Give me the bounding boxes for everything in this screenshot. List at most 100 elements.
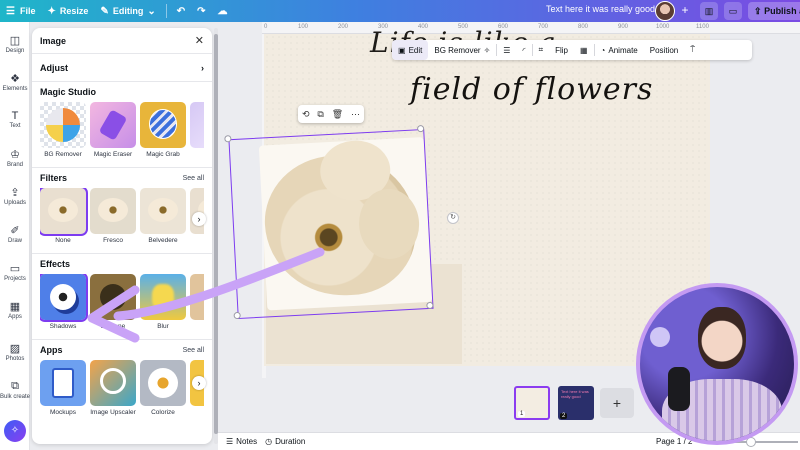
publish-button[interactable]: ⇪ Publish a	[748, 2, 800, 20]
document-title[interactable]: Text here it was really good	[546, 4, 655, 14]
filter-thumb	[90, 188, 136, 234]
selected-image[interactable]	[224, 124, 434, 320]
magic-icon[interactable]: ✧	[4, 420, 26, 442]
filter-thumb	[140, 188, 186, 234]
corner-rounding-button[interactable]: ◜	[516, 40, 531, 60]
menu-icon[interactable]: ☰	[0, 0, 15, 22]
rail-item-photos[interactable]: ▨ Photos	[0, 342, 30, 362]
tile-magic-grab[interactable]: Magic Grab	[140, 102, 186, 158]
add-page-button[interactable]: +	[600, 388, 634, 418]
chevron-right-icon: ›	[201, 62, 204, 73]
position-label: Position	[649, 45, 679, 55]
paint-format-button[interactable]: ⍑	[684, 40, 701, 60]
rail-item-brand[interactable]: ♔ Brand	[0, 148, 30, 168]
tile-magic-eraser[interactable]: Magic Eraser	[90, 102, 136, 158]
redo-icon: ↷	[197, 5, 206, 17]
bg-remover-button[interactable]: BG Remover ✧	[428, 40, 496, 60]
filter-none[interactable]: None	[40, 188, 88, 244]
filter-fresco[interactable]: Fresco	[90, 188, 136, 244]
tile-bg-remover[interactable]: BG Remover	[40, 102, 86, 158]
flip-button[interactable]: Flip	[549, 40, 574, 60]
rail-item-elements[interactable]: ❖ Elements	[0, 72, 30, 92]
insights-icon[interactable]: ▥	[700, 2, 718, 20]
rail-label: Brand	[6, 162, 23, 168]
colorize-thumb	[140, 360, 186, 406]
see-all-link[interactable]: See all	[183, 347, 204, 354]
edit-button[interactable]: ▣ Edit	[392, 40, 429, 60]
pencil-icon: ✎	[100, 5, 109, 17]
blur-thumb	[140, 274, 186, 320]
effect-duotone[interactable]: Duotone	[90, 274, 136, 330]
ruler-tick: 100	[298, 24, 309, 30]
app-colorize[interactable]: Colorize	[140, 360, 186, 416]
scroll-thumb[interactable]	[214, 34, 218, 434]
tile-caption: Mockups	[49, 409, 76, 416]
effect-partial[interactable]: A	[190, 274, 204, 330]
rail-item-bulk-create[interactable]: ⧉ Bulk create	[0, 380, 30, 400]
rail-item-design[interactable]: ◫ Design	[0, 34, 30, 54]
bg-remover-label: BG Remover	[434, 45, 481, 55]
app-image-upscaler[interactable]: Image Upscaler	[90, 360, 136, 416]
duration-button[interactable]: ◷ Duration	[265, 437, 305, 446]
rail-item-projects[interactable]: ▭ Projects	[0, 262, 30, 282]
page-thumb-1[interactable]: 1	[514, 386, 550, 420]
ruler-tick: 0	[264, 24, 268, 30]
chevron-right-icon[interactable]: ›	[192, 212, 206, 226]
adjust-row[interactable]: Adjust ›	[32, 54, 212, 82]
effect-partial-thumb	[190, 274, 204, 320]
border-style-icon: ☰	[503, 45, 511, 55]
notes-button[interactable]: ☰ Notes	[226, 437, 257, 446]
trash-icon[interactable]: 🗑	[332, 109, 343, 120]
tile-caption: None	[55, 237, 71, 244]
tile-caption: Magic Grab	[146, 151, 180, 158]
rail-item-draw[interactable]: ✐ Draw	[0, 224, 30, 244]
webcam-overlay	[636, 283, 798, 445]
duplicate-icon[interactable]: ⧉	[317, 109, 323, 120]
comment-add-icon[interactable]: ⟲	[302, 109, 310, 120]
cloud-save-status[interactable]: ☁	[212, 0, 234, 22]
animate-icon: ◔	[600, 45, 606, 55]
avatar[interactable]	[655, 1, 675, 21]
effect-shadows[interactable]: Shadows	[40, 274, 88, 330]
sparkle-icon: ✦	[47, 5, 56, 17]
rail-item-uploads[interactable]: ⇪ Uploads	[0, 186, 30, 206]
undo-button[interactable]: ↶	[171, 0, 191, 22]
file-menu[interactable]: File	[14, 0, 42, 22]
animate-button[interactable]: ◔ Animate	[595, 40, 644, 60]
effect-blur[interactable]: Blur	[140, 274, 186, 330]
more-icon[interactable]: ⋯	[351, 109, 360, 120]
see-all-link[interactable]: See all	[183, 175, 204, 182]
rail-item-apps[interactable]: ▦ Apps	[0, 300, 30, 320]
app-mockups[interactable]: Mockups	[40, 360, 86, 416]
tile-caption: Duotone	[100, 323, 126, 330]
transparency-button[interactable]: ▦	[574, 40, 594, 60]
magic-partial-thumb	[190, 102, 204, 148]
panel-header: Image ✕	[32, 28, 212, 54]
chevron-right-icon[interactable]: ›	[192, 376, 206, 390]
canvas-script-text-main[interactable]: field of flowers	[410, 72, 653, 107]
draw-icon: ✐	[10, 225, 20, 237]
tile-caption: Image Upscaler	[90, 409, 136, 416]
resize-button[interactable]: ✦ Resize	[42, 0, 95, 22]
magic-eraser-thumb	[90, 102, 136, 148]
text-icon: T	[11, 110, 19, 122]
comment-icon[interactable]: ▭	[724, 2, 742, 20]
page-thumb-2[interactable]: Text here it was really good 2	[558, 386, 594, 420]
close-icon[interactable]: ✕	[195, 34, 204, 47]
tile-magic-partial[interactable]: G	[190, 102, 204, 158]
corner-icon: ◜	[522, 45, 526, 55]
border-style-button[interactable]: ☰	[497, 40, 516, 60]
crop-button[interactable]: ⌗	[533, 40, 550, 60]
rail-label: Draw	[7, 238, 22, 244]
divider	[165, 4, 167, 18]
rail-item-text[interactable]: T Text	[0, 110, 30, 129]
invite-plus-icon[interactable]: +	[677, 2, 693, 18]
notes-label: Notes	[236, 437, 258, 446]
editing-dropdown[interactable]: ✎ Editing ⌄	[94, 0, 161, 22]
position-button[interactable]: Position	[644, 40, 684, 60]
rotate-icon[interactable]: ↻	[447, 212, 459, 224]
redo-button[interactable]: ↷	[191, 0, 211, 22]
filters-section: Filters See all None Fresco Belvedere ›	[32, 168, 212, 254]
filter-belvedere[interactable]: Belvedere	[140, 188, 186, 244]
cloud-icon: ☁	[217, 5, 228, 17]
